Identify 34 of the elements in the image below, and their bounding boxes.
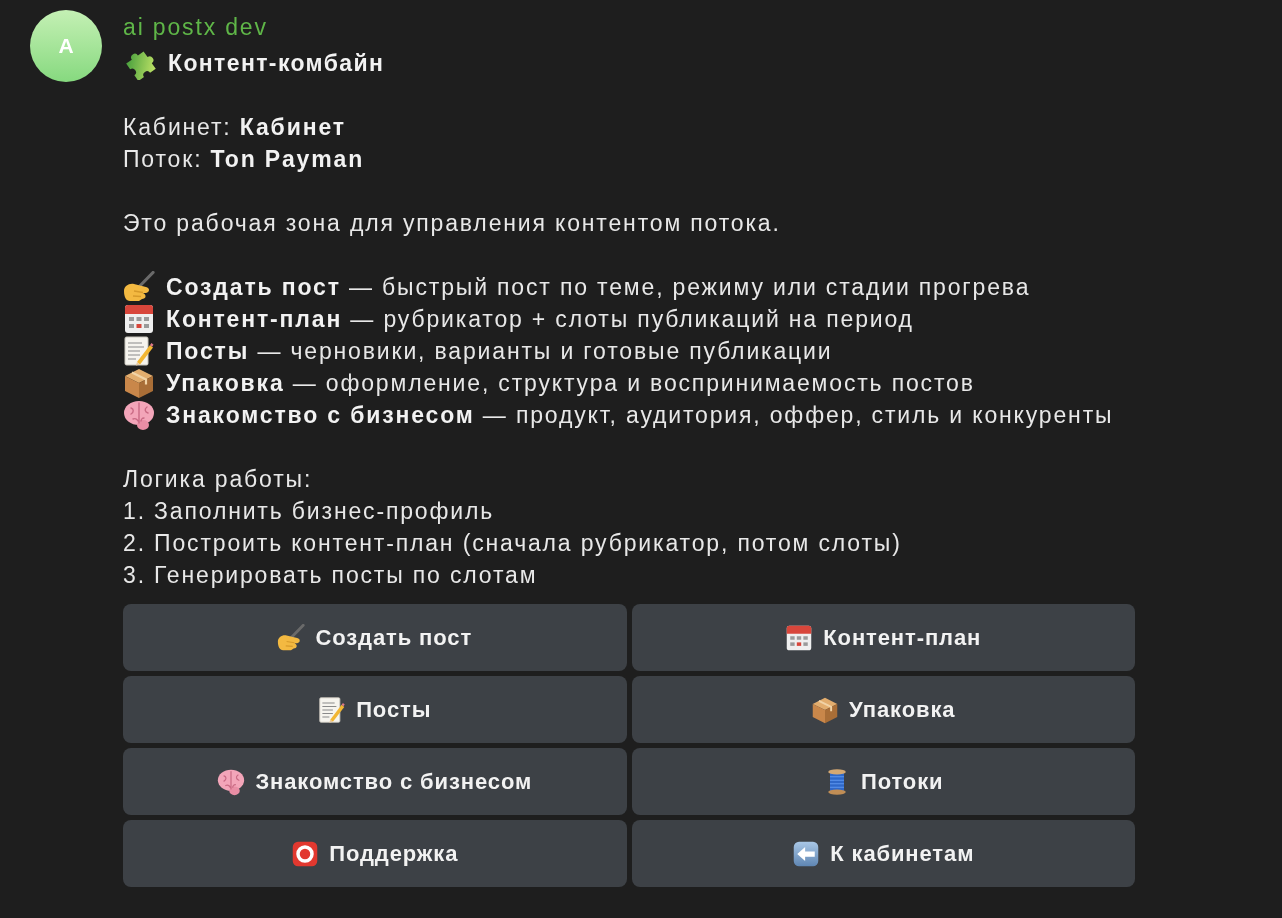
logic-step: 3. Генерировать посты по слотам: [123, 559, 538, 591]
logic-heading: Логика работы:: [123, 465, 313, 494]
brain-icon: [217, 767, 246, 796]
keyboard-button[interactable]: Упаковка: [631, 676, 1135, 743]
writing-hand-icon: [123, 271, 155, 303]
calendar-icon: [123, 303, 155, 335]
keyboard-button[interactable]: Посты: [123, 676, 627, 743]
memo-pencil-icon: [318, 695, 347, 724]
keyboard-button[interactable]: Контент-план: [631, 604, 1135, 671]
calendar-icon: [785, 623, 814, 652]
writing-hand-icon: [277, 623, 306, 652]
feature-description: Посты — черновики, варианты и готовые публикации: [166, 337, 833, 366]
keyboard-button[interactable]: Создать пост: [123, 604, 627, 671]
info-line: Кабинет: Кабинет: [123, 113, 346, 142]
logic-step: 1. Заполнить бизнес-профиль: [123, 495, 494, 527]
feature-description: Знакомство с бизнесом — продукт, аудитория, оффер, стиль и конкуренты: [166, 401, 1114, 430]
package-icon: [123, 367, 155, 399]
keyboard-button[interactable]: Потоки: [631, 748, 1135, 815]
feature-description: Создать пост — быстрый пост по теме, режиму или стадии прогрева: [166, 273, 1031, 302]
brain-icon: [123, 399, 155, 431]
memo-pencil-icon: [123, 335, 155, 367]
keyboard-button[interactable]: К кабинетам: [631, 820, 1135, 887]
intro-text: Это рабочая зона для управления контентом потока.: [123, 209, 781, 238]
message-title: Контент-комбайн: [168, 48, 385, 78]
package-icon: [811, 695, 840, 724]
logic-step: 2. Построить контент-план (сначала рубрикатор, потом слоты): [123, 527, 902, 559]
keyboard-button[interactable]: Поддержка: [123, 820, 627, 887]
lifebuoy-icon: [291, 839, 320, 868]
info-line: Поток: Ton Payman: [123, 145, 365, 174]
feature-description: Упаковка — оформление, структура и воспринимаемость постов: [166, 369, 975, 398]
avatar: A: [30, 10, 102, 82]
sender-name: ai postx dev: [123, 13, 268, 42]
keyboard-button[interactable]: Знакомство с бизнесом: [123, 748, 627, 815]
feature-description: Контент-план — рубрикатор + слоты публикаций на период: [166, 305, 914, 334]
